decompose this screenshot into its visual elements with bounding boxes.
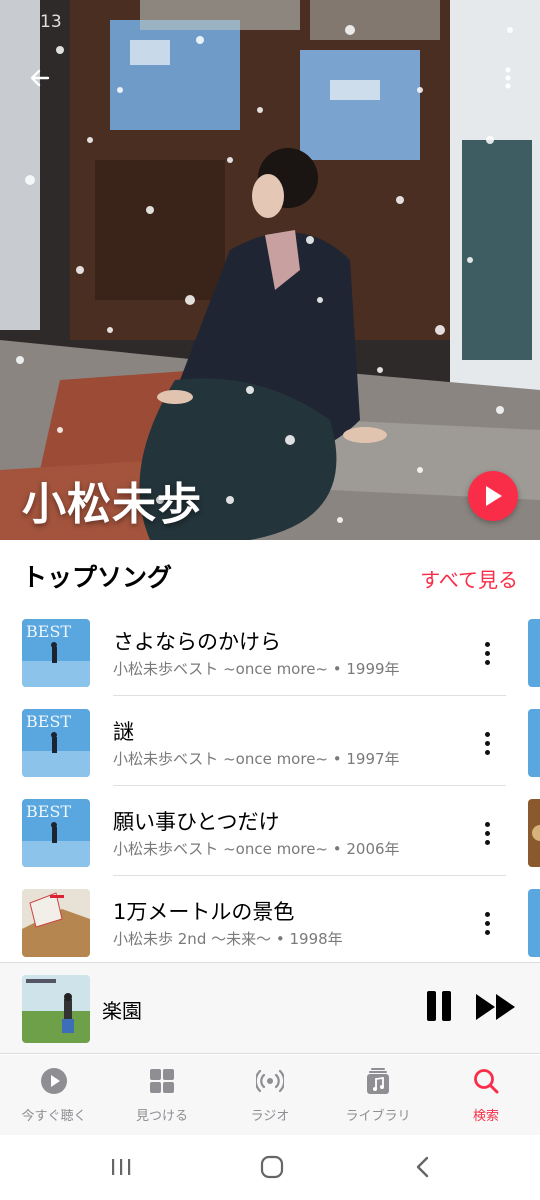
album-art: BEST [22, 799, 90, 867]
play-icon [486, 486, 502, 506]
song-title: 1万メートルの景色 [113, 900, 295, 924]
play-artist-button[interactable] [468, 471, 518, 521]
svg-text:BEST: BEST [26, 802, 71, 821]
song-subtitle: 小松未歩ベスト ~once more~ • 1997年 [113, 750, 400, 768]
tab-label: ラジオ [250, 1109, 290, 1124]
more-options-button[interactable] [496, 60, 520, 96]
top-songs-heading: トップソング [22, 563, 173, 592]
tab-label: ライブラリ [345, 1109, 411, 1124]
svg-text:BEST: BEST [26, 712, 71, 731]
more-vertical-icon [505, 67, 511, 89]
fast-forward-icon [476, 994, 515, 1020]
artist-hero: 13 小松未歩 [0, 0, 540, 540]
song-title: さよならのかけら [113, 630, 281, 654]
status-time: 13 [40, 12, 62, 32]
next-column-peek [528, 799, 540, 867]
recent-apps-icon[interactable] [109, 1155, 133, 1179]
song-more-button[interactable] [474, 816, 500, 850]
song-row[interactable]: BEST さよならのかけら 小松未歩ベスト ~once more~ • 1999… [0, 606, 540, 696]
search-icon [474, 1069, 499, 1094]
tab-label: 見つける [135, 1109, 188, 1124]
system-back-icon[interactable] [413, 1155, 433, 1179]
play-circle-icon [41, 1068, 67, 1094]
song-row[interactable]: 1万メートルの景色 小松未歩 2nd 〜未来〜 • 1998年 [0, 876, 540, 966]
see-all-link[interactable]: すべて見る [420, 564, 518, 593]
home-icon[interactable] [260, 1155, 284, 1179]
library-icon [367, 1068, 389, 1094]
artist-photo [0, 0, 540, 540]
pause-icon [427, 991, 436, 1021]
next-column-peek [528, 709, 540, 777]
pause-button[interactable] [424, 991, 454, 1023]
song-more-button[interactable] [474, 636, 500, 670]
tab-listen-now[interactable]: 今すぐ聴く [0, 1055, 108, 1135]
album-art: BEST [22, 709, 90, 777]
song-title: 謎 [113, 720, 134, 744]
radio-icon [256, 1069, 284, 1093]
tab-label: 検索 [472, 1109, 499, 1124]
now-playing-art [22, 975, 90, 1043]
tab-label: 今すぐ聴く [21, 1109, 87, 1124]
next-track-button[interactable] [474, 991, 518, 1023]
song-subtitle: 小松未歩ベスト ~once more~ • 2006年 [113, 840, 400, 858]
grid-icon [150, 1069, 174, 1093]
next-column-peek [528, 619, 540, 687]
song-more-button[interactable] [474, 726, 500, 760]
next-column-peek [528, 889, 540, 957]
tab-bar: 今すぐ聴く 見つける ラジオ ライブラリ 検索 [0, 1055, 540, 1135]
now-playing-title: 楽園 [102, 999, 142, 1023]
song-row[interactable]: BEST 願い事ひとつだけ 小松未歩ベスト ~once more~ • 2006… [0, 786, 540, 876]
song-more-button[interactable] [474, 906, 500, 940]
song-title: 願い事ひとつだけ [113, 810, 280, 834]
tab-library[interactable]: ライブラリ [324, 1055, 432, 1135]
tab-browse[interactable]: 見つける [108, 1055, 216, 1135]
top-songs-list: BEST さよならのかけら 小松未歩ベスト ~once more~ • 1999… [0, 606, 540, 966]
song-row[interactable]: BEST 謎 小松未歩ベスト ~once more~ • 1997年 [0, 696, 540, 786]
back-button[interactable] [22, 60, 58, 96]
song-subtitle: 小松未歩 2nd 〜未来〜 • 1998年 [113, 930, 343, 948]
tab-radio[interactable]: ラジオ [216, 1055, 324, 1135]
system-navigation-bar [0, 1135, 540, 1200]
album-art: BEST [22, 619, 90, 687]
arrow-left-icon [30, 69, 50, 87]
album-art [22, 889, 90, 957]
mini-player[interactable]: 楽園 [0, 962, 540, 1054]
tab-search[interactable]: 検索 [432, 1055, 540, 1135]
artist-name: 小松未歩 [22, 479, 202, 530]
svg-text:BEST: BEST [26, 622, 71, 641]
song-subtitle: 小松未歩ベスト ~once more~ • 1999年 [113, 660, 400, 678]
